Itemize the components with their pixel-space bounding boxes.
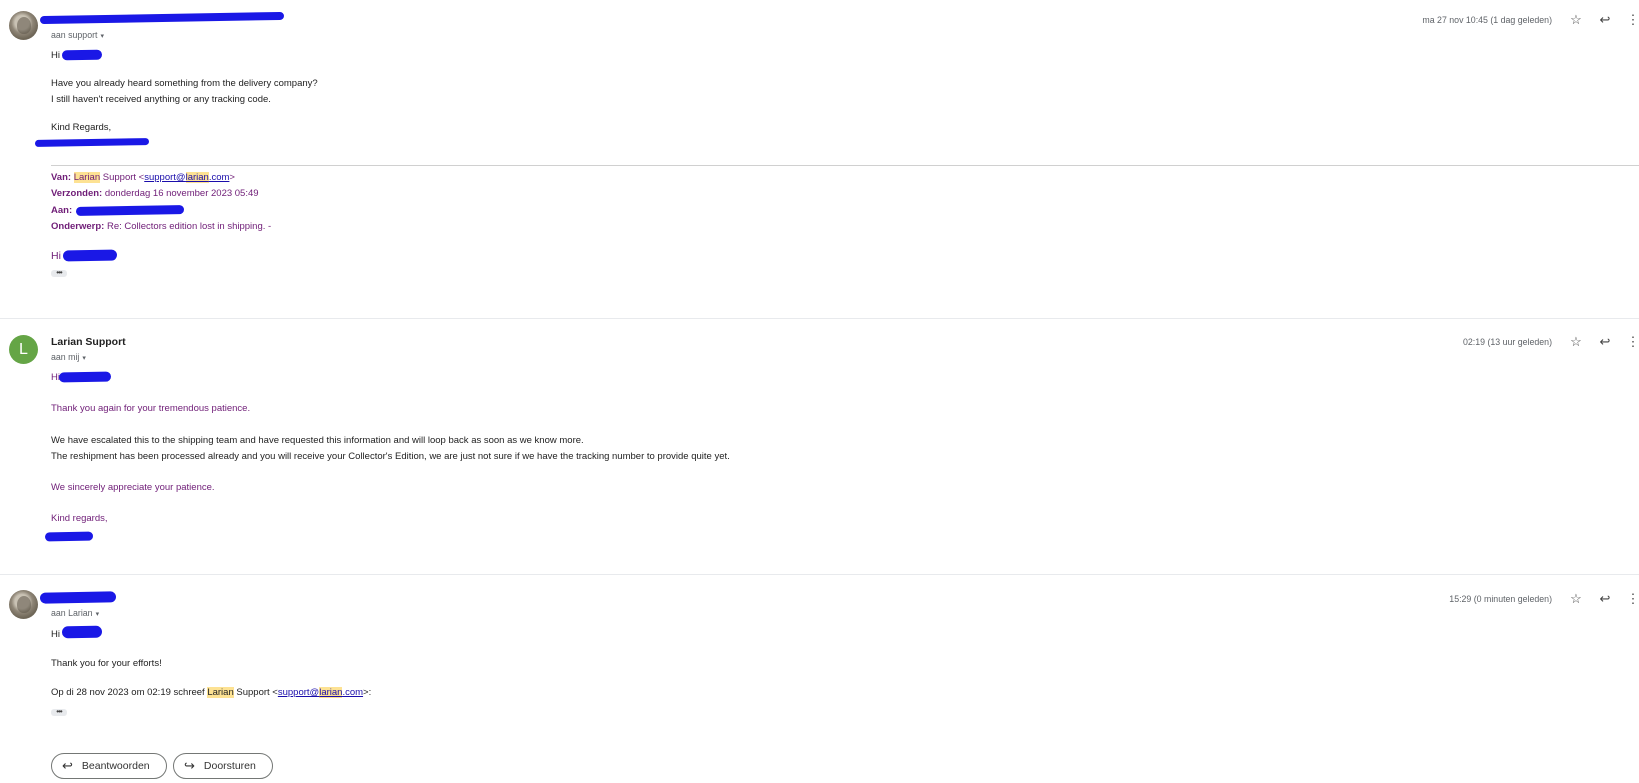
recipient-toggle[interactable]: aan support ▾: [51, 30, 104, 40]
quoted-from: Van: Larian Support <support@larian.com>: [51, 172, 235, 183]
redacted-name: [61, 49, 103, 61]
sender-avatar[interactable]: L: [9, 335, 38, 364]
forward-icon: ↪: [184, 758, 195, 773]
closing: Kind Regards,: [51, 122, 112, 133]
message-date: 15:29 (0 minuten geleden): [1449, 594, 1552, 604]
sender-name[interactable]: Larian Support: [51, 336, 126, 348]
caret-down-icon: ▾: [100, 33, 104, 40]
redacted-sender-name: [39, 591, 117, 604]
greeting: Hi: [51, 629, 60, 640]
reply-icon[interactable]: ↩: [1596, 590, 1614, 608]
quoted-greeting: Hi: [51, 250, 61, 262]
caret-down-icon: ▾: [95, 611, 100, 618]
redacted-name: [62, 249, 118, 262]
forward-button-label: Doorsturen: [203, 760, 256, 772]
reply-icon: ↩: [62, 758, 73, 773]
body-thanks: Thank you again for your tremendous pati…: [51, 403, 251, 414]
message-divider: [0, 318, 1639, 319]
reply-button[interactable]: ↩ Beantwoorden: [51, 753, 167, 779]
redacted-sender-name: [39, 11, 285, 25]
caret-down-icon: ▾: [82, 355, 86, 362]
quoted-email-link[interactable]: support@larian.com: [144, 172, 229, 183]
sender-avatar[interactable]: [9, 590, 38, 619]
show-trimmed-content-button[interactable]: •••: [51, 269, 67, 277]
reply-button-label: Beantwoorden: [81, 760, 150, 772]
forward-button[interactable]: ↪ Doorsturen: [173, 753, 273, 779]
message-date: ma 27 nov 10:45 (1 dag geleden): [1422, 15, 1552, 25]
greeting: Hi: [51, 50, 60, 61]
recipient-toggle[interactable]: aan mij ▾: [51, 352, 86, 362]
body-appreciate: We sincerely appreciate your patience.: [51, 482, 215, 493]
recipient-label: aan mij: [51, 352, 80, 362]
reply-icon[interactable]: ↩: [1596, 333, 1614, 351]
redacted-signature: [44, 531, 94, 542]
body-line: We have escalated this to the shipping t…: [51, 435, 584, 446]
redacted-name: [61, 625, 103, 639]
quoted-subject: Onderwerp: Re: Collectors edition lost i…: [51, 221, 272, 232]
star-icon[interactable]: ☆: [1567, 11, 1585, 29]
redacted-name: [58, 371, 112, 383]
star-icon[interactable]: ☆: [1567, 590, 1585, 608]
closing: Kind regards,: [51, 513, 108, 524]
quote-divider: [51, 165, 1639, 166]
body-line: The reshipment has been processed alread…: [51, 451, 730, 462]
recipient-toggle[interactable]: aan Larian ▾: [51, 608, 99, 618]
redacted-recipient: [75, 205, 185, 216]
more-vert-icon[interactable]: ⋮: [1624, 590, 1639, 608]
message-divider: [0, 574, 1639, 575]
reply-icon[interactable]: ↩: [1596, 11, 1614, 29]
recipient-label: aan support: [51, 30, 98, 40]
quoted-to: Aan:: [51, 205, 73, 216]
quoted-sent: Verzonden: donderdag 16 november 2023 05…: [51, 188, 259, 199]
redacted-signature: [34, 138, 150, 147]
body-line: Have you already heard something from th…: [51, 78, 318, 89]
more-vert-icon[interactable]: ⋮: [1624, 11, 1639, 29]
recipient-label: aan Larian: [51, 608, 93, 618]
sender-avatar[interactable]: [9, 11, 38, 40]
show-trimmed-content-button[interactable]: •••: [51, 708, 67, 716]
quoted-email-link[interactable]: support@larian.com: [278, 687, 363, 698]
body-thanks: Thank you for your efforts!: [51, 658, 162, 669]
more-vert-icon[interactable]: ⋮: [1624, 333, 1639, 351]
message-date: 02:19 (13 uur geleden): [1462, 337, 1552, 347]
star-icon[interactable]: ☆: [1567, 333, 1585, 351]
quote-intro: Op di 28 nov 2023 om 02:19 schreef Laria…: [51, 687, 372, 698]
body-line: I still haven't received anything or any…: [51, 94, 271, 105]
